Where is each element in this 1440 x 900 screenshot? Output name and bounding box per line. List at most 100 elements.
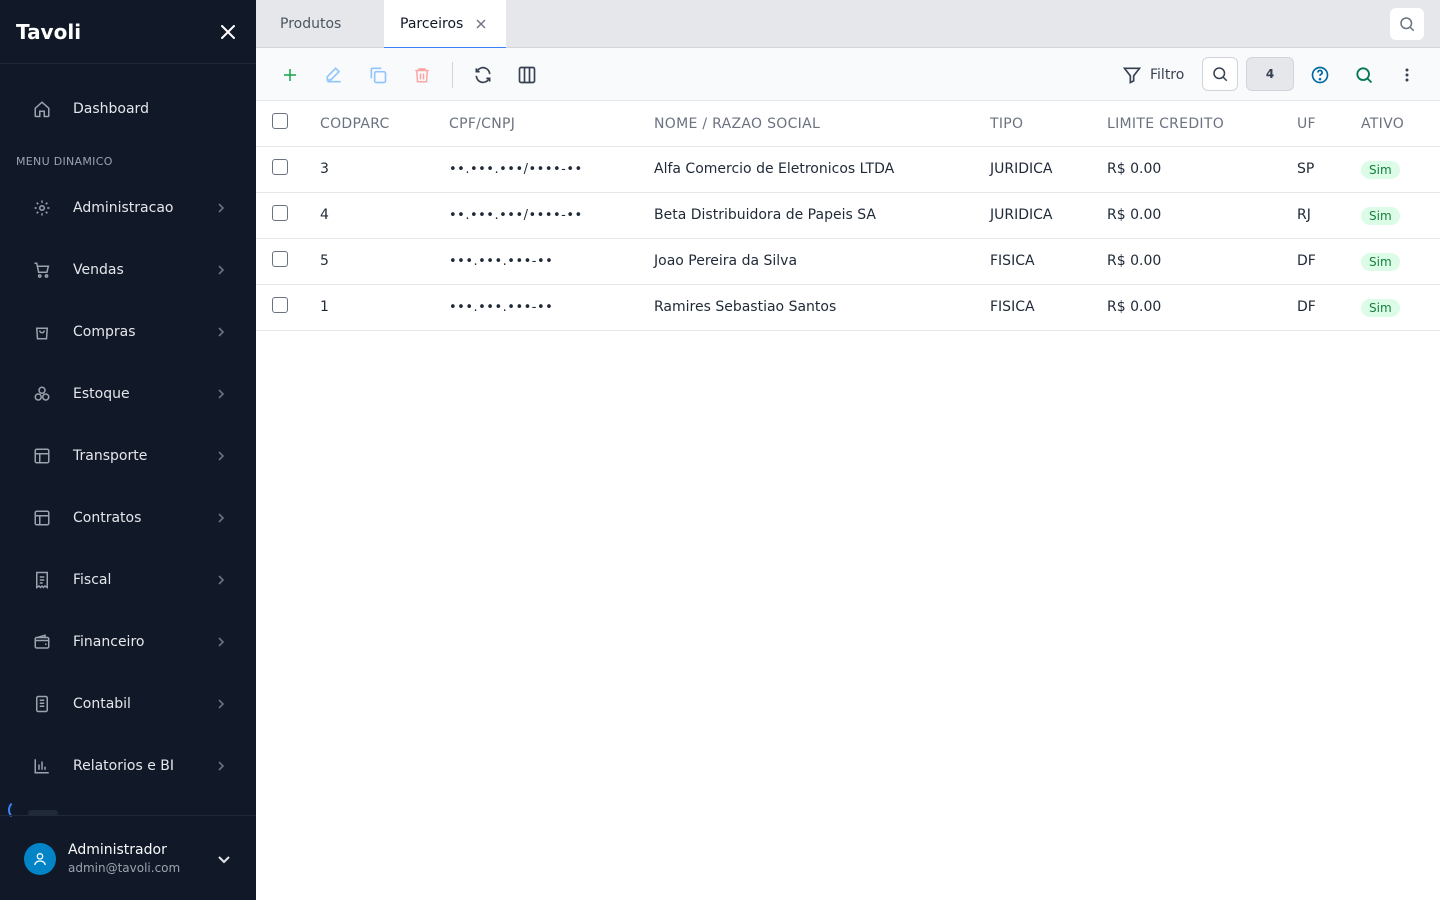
row-checkbox[interactable]	[272, 159, 288, 175]
sidebar-item-label: Contabil	[73, 696, 131, 712]
sidebar-item-fiscal[interactable]: Fiscal	[0, 556, 256, 604]
avatar	[24, 843, 56, 875]
chevron-right-icon	[218, 203, 225, 213]
select-all-checkbox[interactable]	[272, 113, 288, 129]
sidebar-item-relatorios[interactable]: Relatorios e BI	[0, 742, 256, 790]
sidebar-item-financeiro[interactable]: Financeiro	[0, 618, 256, 666]
chevron-right-icon	[218, 327, 225, 337]
cell-limite-credito: R$ 0.00	[1107, 161, 1162, 177]
table-row[interactable]: 5 •••.•••.•••-•• Joao Pereira da Silva F…	[256, 239, 1440, 285]
layout-icon	[32, 446, 52, 466]
search-icon	[1356, 67, 1373, 84]
user-profile[interactable]: Administrador admin@tavoli.com	[0, 815, 256, 900]
cell-limite-credito: R$ 0.00	[1107, 299, 1162, 315]
sidebar-header: Tavoli	[0, 0, 256, 64]
advanced-search-button[interactable]	[1352, 63, 1376, 87]
row-checkbox[interactable]	[272, 205, 288, 221]
table-header: CODPARC CPF/CNPJ NOME / RAZAO SOCIAL TIP…	[256, 101, 1440, 147]
tab-produtos[interactable]: Produtos	[256, 0, 384, 48]
duplicate-button[interactable]	[366, 63, 390, 87]
sidebar-item-label: Contratos	[73, 510, 142, 526]
cell-nome: Joao Pereira da Silva	[654, 253, 798, 269]
cell-uf: RJ	[1297, 207, 1311, 223]
sidebar-item-label: Fiscal	[73, 572, 112, 588]
column-header-cpf-cnpj[interactable]: CPF/CNPJ	[449, 116, 515, 132]
trash-icon	[415, 68, 429, 83]
cell-uf: SP	[1297, 161, 1315, 177]
cell-cpf-cnpj: •••.•••.•••-••	[449, 300, 554, 315]
column-header-limite-credito[interactable]: LIMITE CREDITO	[1107, 116, 1224, 132]
chevron-right-icon	[218, 513, 225, 523]
search-icon	[1213, 67, 1228, 82]
sidebar-item-vendas[interactable]: Vendas	[0, 246, 256, 294]
column-header-ativo[interactable]: ATIVO	[1361, 116, 1404, 132]
cell-nome: Alfa Comercio de Eletronicos LTDA	[654, 161, 895, 177]
row-checkbox[interactable]	[272, 297, 288, 313]
cell-limite-credito: R$ 0.00	[1107, 253, 1162, 269]
brand-logo-text: Tavoli	[16, 19, 82, 44]
toolbar-divider	[452, 62, 453, 88]
add-button[interactable]	[278, 63, 302, 87]
tabs-bar: Produtos Parceiros	[256, 0, 1440, 49]
filter-button[interactable]: Filtro	[1122, 63, 1184, 87]
sidebar-item-contratos[interactable]: Contratos	[0, 494, 256, 542]
sidebar-item-contabil[interactable]: Contabil	[0, 680, 256, 728]
record-count-badge: 4	[1246, 57, 1294, 91]
cell-uf: DF	[1297, 253, 1316, 269]
edit-icon	[326, 67, 341, 83]
user-name: Administrador	[68, 842, 167, 858]
partners-table: CODPARC CPF/CNPJ NOME / RAZAO SOCIAL TIP…	[256, 101, 1440, 331]
table-row[interactable]: 3 ••.•••.•••/••••-•• Alfa Comercio de El…	[256, 147, 1440, 193]
sidebar-item-label: Financeiro	[73, 634, 145, 650]
wallet-icon	[32, 632, 52, 652]
sidebar-item-label: Administracao	[73, 200, 174, 216]
edit-button[interactable]	[322, 63, 346, 87]
sidebar-item-label: Vendas	[73, 262, 124, 278]
column-header-codparc[interactable]: CODPARC	[320, 116, 390, 132]
column-header-tipo[interactable]: TIPO	[990, 116, 1023, 132]
chevron-right-icon	[218, 451, 225, 461]
cell-cpf-cnpj: •••.•••.•••-••	[449, 254, 554, 269]
refresh-button[interactable]	[471, 63, 495, 87]
global-search-button[interactable]	[1390, 8, 1424, 40]
table-row[interactable]: 4 ••.•••.•••/••••-•• Beta Distribuidora …	[256, 193, 1440, 239]
sidebar: Tavoli Dashboard MENU DINAMICO Administr…	[0, 0, 256, 900]
delete-button[interactable]	[410, 63, 434, 87]
cell-tipo: FISICA	[990, 253, 1035, 269]
cell-nome: Beta Distribuidora de Papeis SA	[654, 207, 876, 223]
column-header-nome[interactable]: NOME / RAZAO SOCIAL	[654, 116, 820, 132]
search-icon	[1400, 17, 1415, 32]
help-button[interactable]	[1308, 63, 1332, 87]
cell-cpf-cnpj: ••.•••.•••/••••-••	[449, 162, 583, 177]
sidebar-item-administracao[interactable]: Administracao	[0, 184, 256, 232]
close-tab-button[interactable]	[475, 18, 487, 30]
close-sidebar-button[interactable]	[216, 20, 240, 44]
user-icon	[34, 853, 46, 866]
row-checkbox[interactable]	[272, 251, 288, 267]
chevron-right-icon	[218, 699, 225, 709]
boxes-icon	[32, 384, 52, 404]
chevron-right-icon	[218, 637, 225, 647]
sidebar-item-label: Relatorios e BI	[73, 758, 174, 774]
menu-section-label: MENU DINAMICO	[16, 155, 113, 168]
bar-chart-icon	[32, 756, 52, 776]
sidebar-item-estoque[interactable]: Estoque	[0, 370, 256, 418]
close-icon	[221, 24, 235, 39]
status-badge: Sim	[1361, 253, 1400, 271]
chevron-down-icon[interactable]	[216, 851, 232, 867]
sidebar-item-transporte[interactable]: Transporte	[0, 432, 256, 480]
cell-uf: DF	[1297, 299, 1316, 315]
status-badge: Sim	[1361, 299, 1400, 317]
sidebar-item-label: Dashboard	[73, 101, 149, 117]
status-badge: Sim	[1361, 207, 1400, 225]
tab-parceiros[interactable]: Parceiros	[384, 0, 506, 49]
more-options-button[interactable]	[1395, 63, 1419, 87]
column-header-uf[interactable]: UF	[1297, 116, 1316, 132]
cell-nome: Ramires Sebastiao Santos	[654, 299, 837, 315]
table-row[interactable]: 1 •••.•••.•••-•• Ramires Sebastiao Santo…	[256, 285, 1440, 331]
search-button[interactable]	[1202, 57, 1238, 91]
cart-icon	[32, 260, 52, 280]
sidebar-item-dashboard[interactable]: Dashboard	[0, 85, 256, 133]
columns-button[interactable]	[515, 63, 539, 87]
sidebar-item-compras[interactable]: Compras	[0, 308, 256, 356]
